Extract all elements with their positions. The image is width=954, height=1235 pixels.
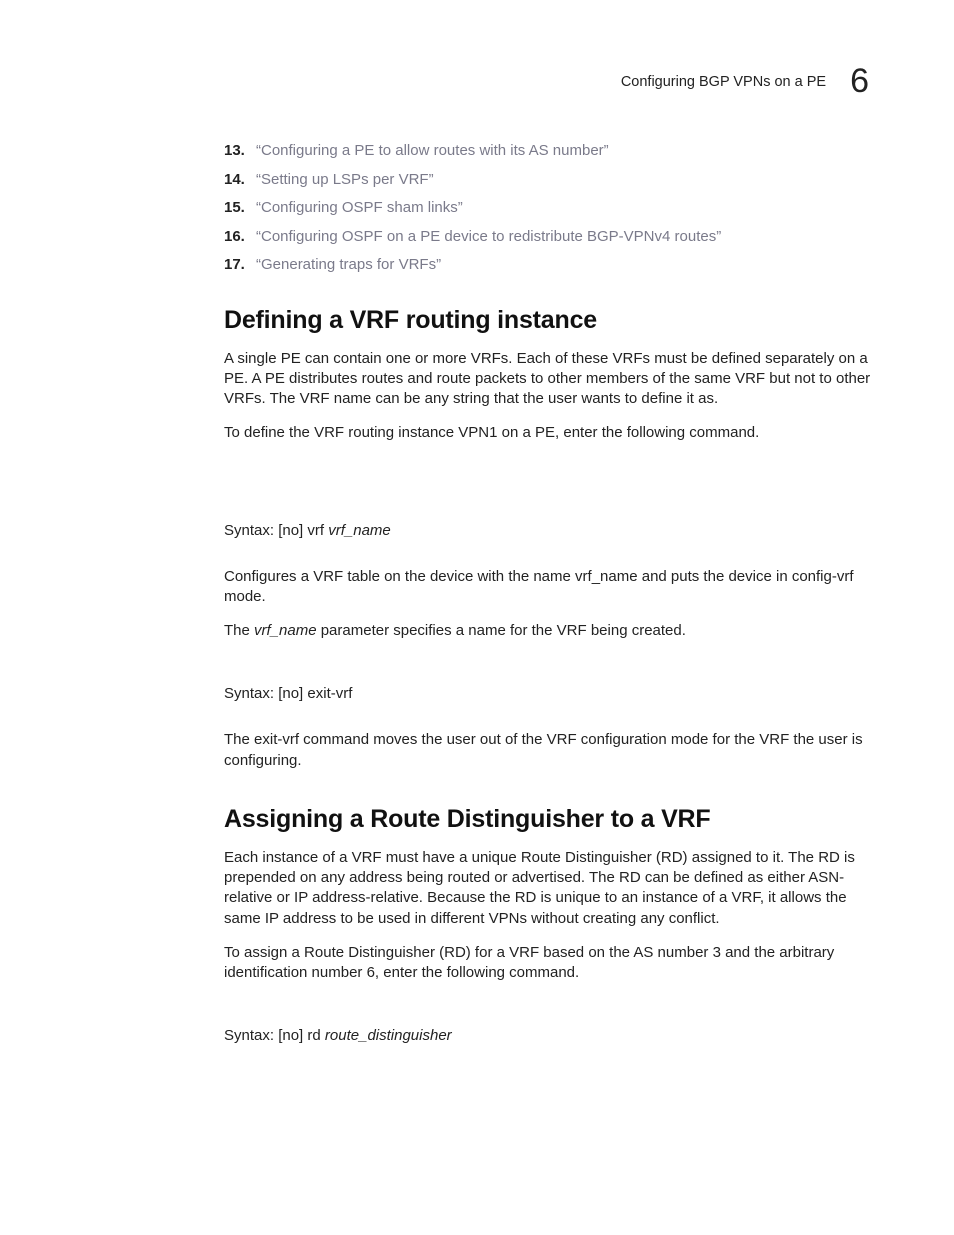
section-heading-assigning-rd: Assigning a Route Distinguisher to a VRF [224,805,874,834]
spacer [224,655,874,685]
syntax-label: Syntax: [224,1027,278,1044]
paragraph: To define the VRF routing instance VPN1 … [224,423,874,443]
syntax-line: Syntax: [no] exit-vrf [224,685,874,702]
paragraph: Configures a VRF table on the device wit… [224,567,874,608]
step-number: 13. [224,137,248,166]
paragraph: The exit-vrf command moves the user out … [224,730,874,771]
list-item: 15. “Configuring OSPF sham links” [224,194,874,223]
paragraph: To assign a Route Distinguisher (RD) for… [224,943,874,984]
syntax-line: Syntax: [no] vrf vrf_name [224,522,874,539]
step-number: 15. [224,194,248,223]
step-number: 16. [224,223,248,252]
list-item: 13. “Configuring a PE to allow routes wi… [224,137,874,166]
spacer [224,997,874,1027]
list-item: 16. “Configuring OSPF on a PE device to … [224,223,874,252]
syntax-variable: route_distinguisher [325,1027,452,1044]
step-list: 13. “Configuring a PE to allow routes wi… [224,137,874,280]
paragraph: Each instance of a VRF must have a uniqu… [224,848,874,929]
xref-link[interactable]: “Configuring OSPF on a PE device to redi… [256,223,721,252]
step-number: 17. [224,251,248,280]
paragraph: The vrf_name parameter specifies a name … [224,621,874,641]
list-item: 17. “Generating traps for VRFs” [224,251,874,280]
paragraph: A single PE can contain one or more VRFs… [224,349,874,410]
list-item: 14. “Setting up LSPs per VRF” [224,166,874,195]
running-title: Configuring BGP VPNs on a PE [621,74,826,90]
text-run: parameter specifies a name for the VRF b… [317,622,686,639]
xref-link[interactable]: “Generating traps for VRFs” [256,251,441,280]
main-content: 13. “Configuring a PE to allow routes wi… [224,137,874,1072]
step-number: 14. [224,166,248,195]
running-header: Configuring BGP VPNs on a PE 6 [621,62,869,101]
section-heading-defining-vrf: Defining a VRF routing instance [224,306,874,335]
syntax-command: [no] vrf [278,522,328,539]
chapter-number: 6 [850,62,869,101]
syntax-label: Syntax: [224,685,278,702]
xref-link[interactable]: “Setting up LSPs per VRF” [256,166,434,195]
syntax-variable: vrf_name [328,522,391,539]
inline-variable: vrf_name [254,622,317,639]
syntax-command: [no] exit-vrf [278,685,352,702]
page: Configuring BGP VPNs on a PE 6 13. “Conf… [0,0,954,1235]
xref-link[interactable]: “Configuring a PE to allow routes with i… [256,137,609,166]
syntax-command: [no] rd [278,1027,325,1044]
syntax-label: Syntax: [224,522,278,539]
xref-link[interactable]: “Configuring OSPF sham links” [256,194,463,223]
syntax-line: Syntax: [no] rd route_distinguisher [224,1027,874,1044]
text-run: The [224,622,254,639]
spacer [224,458,874,522]
